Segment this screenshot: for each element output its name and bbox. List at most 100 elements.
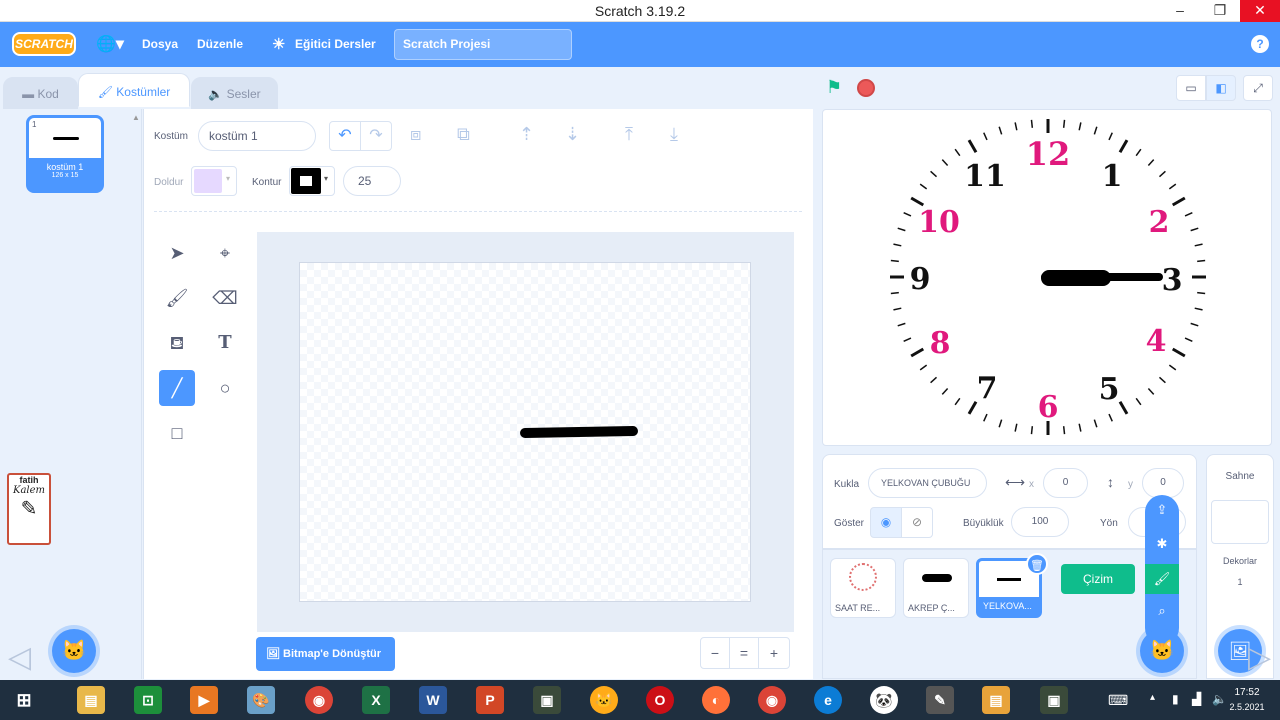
costume-name-input[interactable]: kostüm 1 — [198, 121, 316, 151]
upload-icon[interactable]: ⇪ — [1150, 502, 1174, 522]
arrow-right-icon[interactable]: ▷ — [1248, 640, 1271, 675]
choose-sprite-button[interactable]: 🐱 — [1140, 629, 1184, 673]
tab-code[interactable]: ▬ Kod — [3, 77, 78, 109]
sprite-thumbnail — [922, 574, 952, 582]
undo-button[interactable]: ↶ — [329, 121, 361, 151]
zoom-in-button[interactable]: + — [758, 637, 790, 669]
front-icon[interactable]: ⤒ — [625, 124, 633, 145]
project-title-input[interactable]: Scratch Projesi — [394, 29, 572, 60]
arrow-left-icon[interactable]: ◁ — [8, 640, 31, 675]
powerpoint-icon[interactable]: P — [476, 686, 504, 714]
costume-thumbnail: 1 — [29, 118, 101, 158]
zoom-reset-button[interactable]: = — [729, 637, 759, 669]
convert-bitmap-button[interactable]: 🖼 Bitmap'e Dönüştür — [256, 637, 395, 671]
clock-tick — [1108, 413, 1113, 422]
eraser-tool[interactable]: ⌫ — [207, 280, 243, 316]
scratch-app-icon[interactable]: 🐱 — [590, 686, 618, 714]
x-input[interactable]: 0 — [1043, 468, 1088, 498]
ungroup-icon[interactable]: ⧉ — [457, 124, 470, 145]
stop-icon[interactable] — [857, 79, 875, 97]
clock-date[interactable]: 2.5.2021 — [1222, 702, 1272, 712]
small-stage-button[interactable]: ▭ — [1176, 75, 1206, 101]
back-icon[interactable]: ⤓ — [670, 124, 678, 145]
sprite-item[interactable]: AKREP Ç... — [903, 558, 969, 618]
pen-app-icon[interactable]: ✎ — [926, 686, 954, 714]
paint-icon[interactable]: 🖌 — [1145, 564, 1179, 594]
signal-icon[interactable]: ▟ — [1192, 692, 1201, 706]
y-input[interactable]: 0 — [1142, 468, 1184, 498]
drawn-line-shape[interactable] — [519, 425, 639, 439]
group-icon[interactable]: ⧈ — [410, 124, 421, 145]
small-stage-icon: ▭ — [1185, 81, 1197, 95]
tab-sounds[interactable]: 🔈 Sesler — [191, 77, 278, 109]
document-app-icon[interactable]: ▤ — [982, 686, 1010, 714]
maximize-button[interactable]: ❐ — [1200, 0, 1240, 22]
scratch-logo[interactable]: SCRATCH — [12, 32, 76, 56]
costume-item[interactable]: 1 kostüm 1 126 x 15 — [26, 115, 104, 193]
tab-code-label: Kod — [37, 87, 59, 101]
help-button[interactable]: ? — [1251, 35, 1269, 53]
app-icon[interactable]: ▣ — [1040, 686, 1068, 714]
panda-icon[interactable]: 🐼 — [870, 686, 898, 714]
stage-thumbnail[interactable] — [1211, 500, 1269, 544]
backward-icon[interactable]: ⇣ — [565, 124, 580, 145]
close-button[interactable]: ✕ — [1240, 0, 1280, 22]
file-explorer-icon[interactable]: ▤ — [77, 686, 105, 714]
keyboard-icon[interactable]: ⌨ — [1108, 692, 1128, 709]
edge-icon[interactable]: e — [814, 686, 842, 714]
select-tool[interactable]: ➤ — [159, 235, 195, 271]
menu-file[interactable]: Dosya — [142, 22, 178, 67]
circle-tool[interactable]: ○ — [207, 370, 243, 406]
menu-tutorials[interactable]: Eğitici Dersler — [295, 22, 376, 67]
choose-costume-button[interactable]: 🐱 — [52, 629, 96, 673]
reshape-tool[interactable]: ⌖ — [207, 235, 243, 271]
minimize-button[interactable]: – — [1160, 0, 1200, 22]
zoom-out-button[interactable]: − — [700, 637, 730, 669]
tray-chevron-icon[interactable]: ▴ — [1150, 692, 1155, 703]
brush-tool[interactable]: 🖌 — [159, 280, 195, 316]
outline-color-picker[interactable]: ▾ — [289, 166, 335, 196]
text-tool[interactable]: T — [207, 325, 243, 361]
sprite-name-input[interactable]: YELKOVAN ÇUBUĞU — [868, 468, 987, 498]
app-icon[interactable]: ▣ — [533, 686, 561, 714]
sprite-item[interactable]: SAAT RE... — [830, 558, 896, 618]
battery-icon[interactable]: ▮ — [1172, 692, 1179, 706]
outline-width-input[interactable]: 25 — [343, 166, 401, 196]
drawing-canvas[interactable] — [299, 262, 751, 602]
fatih-kalem-logo[interactable]: fatih Kalem ✎ — [7, 473, 51, 545]
windows-start-icon[interactable]: ⊞ — [10, 686, 38, 714]
chrome-icon[interactable]: ◉ — [305, 686, 333, 714]
menu-edit[interactable]: Düzenle — [197, 22, 243, 67]
line-tool[interactable]: ╱ — [159, 370, 195, 406]
firefox-icon[interactable]: ◐ — [702, 686, 730, 714]
size-input[interactable]: 100 — [1011, 507, 1069, 537]
video-icon[interactable]: ▶ — [190, 686, 218, 714]
excel-icon[interactable]: X — [362, 686, 390, 714]
store-icon[interactable]: ⊡ — [134, 686, 162, 714]
forward-icon[interactable]: ⇡ — [519, 124, 534, 145]
surprise-icon[interactable]: ✱ — [1150, 536, 1174, 556]
clock-tick — [910, 196, 925, 207]
fill-tool[interactable]: ⛾ — [159, 325, 195, 361]
large-stage-button[interactable]: ◧ — [1206, 75, 1236, 101]
redo-button[interactable]: ↷ — [360, 121, 392, 151]
opera-icon[interactable]: O — [646, 686, 674, 714]
tab-costumes[interactable]: 🖌 Kostümler — [78, 73, 190, 107]
word-icon[interactable]: W — [419, 686, 447, 714]
search-icon[interactable]: ⌕ — [1150, 603, 1174, 623]
clock-time[interactable]: 17:52 — [1222, 687, 1272, 698]
fullscreen-button[interactable]: ⤢ — [1243, 75, 1273, 101]
show-button[interactable]: ◉ — [870, 507, 902, 538]
chrome-icon[interactable]: ◉ — [758, 686, 786, 714]
clock-tick — [903, 212, 912, 217]
stage[interactable]: 12 1 2 3 4 5 6 7 8 9 10 11 — [822, 109, 1272, 446]
delete-sprite-button[interactable]: 🗑 — [1026, 553, 1048, 575]
fill-color-picker[interactable]: ▾ — [191, 166, 237, 196]
green-flag-icon[interactable]: ⚑ — [826, 77, 842, 98]
paint-app-icon[interactable]: 🎨 — [247, 686, 275, 714]
hide-button[interactable]: ⊘ — [901, 507, 933, 538]
globe-icon[interactable]: 🌐▾ — [96, 22, 124, 67]
clock-tick — [1078, 122, 1082, 131]
scroll-up-icon[interactable]: ▲ — [132, 113, 140, 122]
rectangle-tool[interactable]: □ — [159, 415, 195, 451]
